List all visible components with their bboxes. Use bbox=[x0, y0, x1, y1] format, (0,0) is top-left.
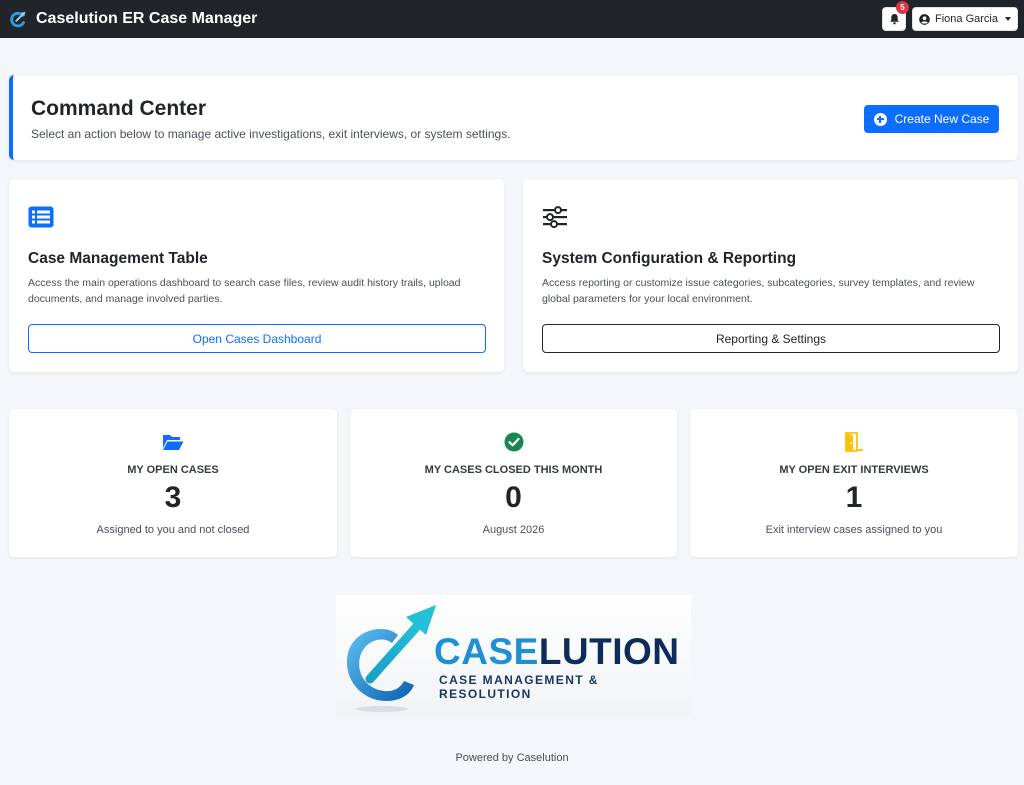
stat-label: MY OPEN CASES bbox=[127, 464, 219, 476]
stat-card-exit-interviews: MY OPEN EXIT INTERVIEWS 1 Exit interview… bbox=[690, 409, 1018, 557]
caselution-mark-icon bbox=[346, 605, 436, 712]
stat-label: MY CASES CLOSED THIS MONTH bbox=[424, 464, 603, 476]
open-cases-dashboard-button[interactable]: Open Cases Dashboard bbox=[28, 324, 486, 353]
bell-icon bbox=[889, 13, 899, 25]
stat-card-open-cases: MY OPEN CASES 3 Assigned to you and not … bbox=[9, 409, 337, 557]
create-new-case-button[interactable]: Create New Case bbox=[864, 105, 999, 133]
stat-card-closed-this-month: MY CASES CLOSED THIS MONTH 0 August 2026 bbox=[350, 409, 677, 557]
system-configuration-title: System Configuration & Reporting bbox=[542, 250, 797, 267]
user-circle-icon bbox=[919, 13, 930, 25]
brand[interactable]: Caselution ER Case Manager bbox=[10, 10, 257, 28]
door-open-icon bbox=[845, 432, 863, 452]
reporting-settings-button[interactable]: Reporting & Settings bbox=[542, 324, 1000, 353]
system-configuration-card: System Configuration & Reporting Access … bbox=[523, 179, 1018, 372]
stat-value: 3 bbox=[164, 481, 182, 514]
footer-text: Powered by Caselution bbox=[455, 752, 569, 764]
folder-open-icon bbox=[163, 435, 184, 450]
user-menu-dropdown[interactable]: Fiona Garcia bbox=[912, 7, 1018, 31]
plus-circle-icon bbox=[873, 112, 887, 126]
system-configuration-description: Access reporting or customize issue cate… bbox=[542, 277, 975, 305]
notification-count-badge: 5 bbox=[896, 1, 909, 14]
stat-label: MY OPEN EXIT INTERVIEWS bbox=[779, 464, 929, 476]
case-management-description: Access the main operations dashboard to … bbox=[28, 277, 461, 305]
chevron-down-icon bbox=[1005, 17, 1011, 21]
case-management-card: Case Management Table Access the main op… bbox=[9, 179, 504, 372]
stat-footnote: August 2026 bbox=[482, 524, 545, 536]
page-title: Command Center bbox=[31, 97, 207, 120]
app-title: Caselution ER Case Manager bbox=[36, 10, 258, 27]
command-center-card: Command Center Select an action below to… bbox=[9, 75, 1018, 160]
stat-value: 0 bbox=[505, 481, 522, 514]
logo-wordmark: CASELUTION bbox=[434, 631, 680, 672]
list-icon bbox=[28, 206, 54, 228]
stat-footnote: Assigned to you and not closed bbox=[96, 524, 250, 536]
top-navbar: Caselution ER Case Manager 5 Fiona Garci… bbox=[0, 0, 1024, 38]
stat-value: 1 bbox=[845, 481, 863, 514]
caselution-logo-icon bbox=[10, 11, 26, 28]
logo-tagline: CASE MANAGEMENT & RESOLUTION bbox=[439, 673, 599, 701]
notifications-button[interactable]: 5 bbox=[882, 1, 909, 31]
check-circle-icon bbox=[504, 432, 523, 452]
case-management-title: Case Management Table bbox=[28, 250, 208, 267]
stat-footnote: Exit interview cases assigned to you bbox=[765, 524, 943, 536]
sliders-icon bbox=[543, 206, 567, 228]
user-name: Fiona Garcia bbox=[935, 13, 998, 25]
page-subtitle: Select an action below to manage active … bbox=[31, 127, 511, 141]
create-new-case-label: Create New Case bbox=[894, 112, 990, 126]
caselution-brand-logo: CASELUTION CASE MANAGEMENT & RESOLUTION bbox=[336, 595, 691, 717]
